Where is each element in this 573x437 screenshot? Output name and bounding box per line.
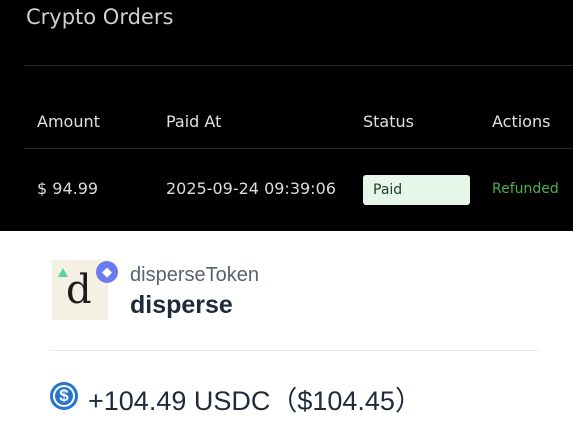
column-header-actions: Actions — [492, 112, 551, 131]
crypto-orders-panel: Crypto Orders Amount Paid At Status Acti… — [0, 0, 573, 231]
token-subtitle: disperseToken — [130, 264, 259, 286]
divider — [24, 65, 573, 66]
status-badge: Paid — [363, 175, 470, 205]
refunded-action[interactable]: Refunded — [492, 181, 559, 197]
token-name: disperse — [130, 291, 233, 319]
column-header-amount: Amount — [37, 112, 100, 131]
ethereum-icon: ◆ — [96, 261, 118, 283]
logo-letter: d — [66, 267, 92, 313]
amount-cell: $ 94.99 — [37, 179, 99, 198]
page-title: Crypto Orders — [26, 5, 174, 29]
column-header-paid-at: Paid At — [166, 112, 222, 131]
transfer-amount: +104.49 USDC（$104.45） — [88, 386, 422, 416]
divider — [50, 350, 539, 351]
paid-at-cell: 2025-09-24 09:39:06 — [166, 179, 336, 198]
usdc-icon: $ — [50, 382, 78, 410]
divider — [24, 148, 573, 149]
column-header-status: Status — [363, 112, 414, 131]
